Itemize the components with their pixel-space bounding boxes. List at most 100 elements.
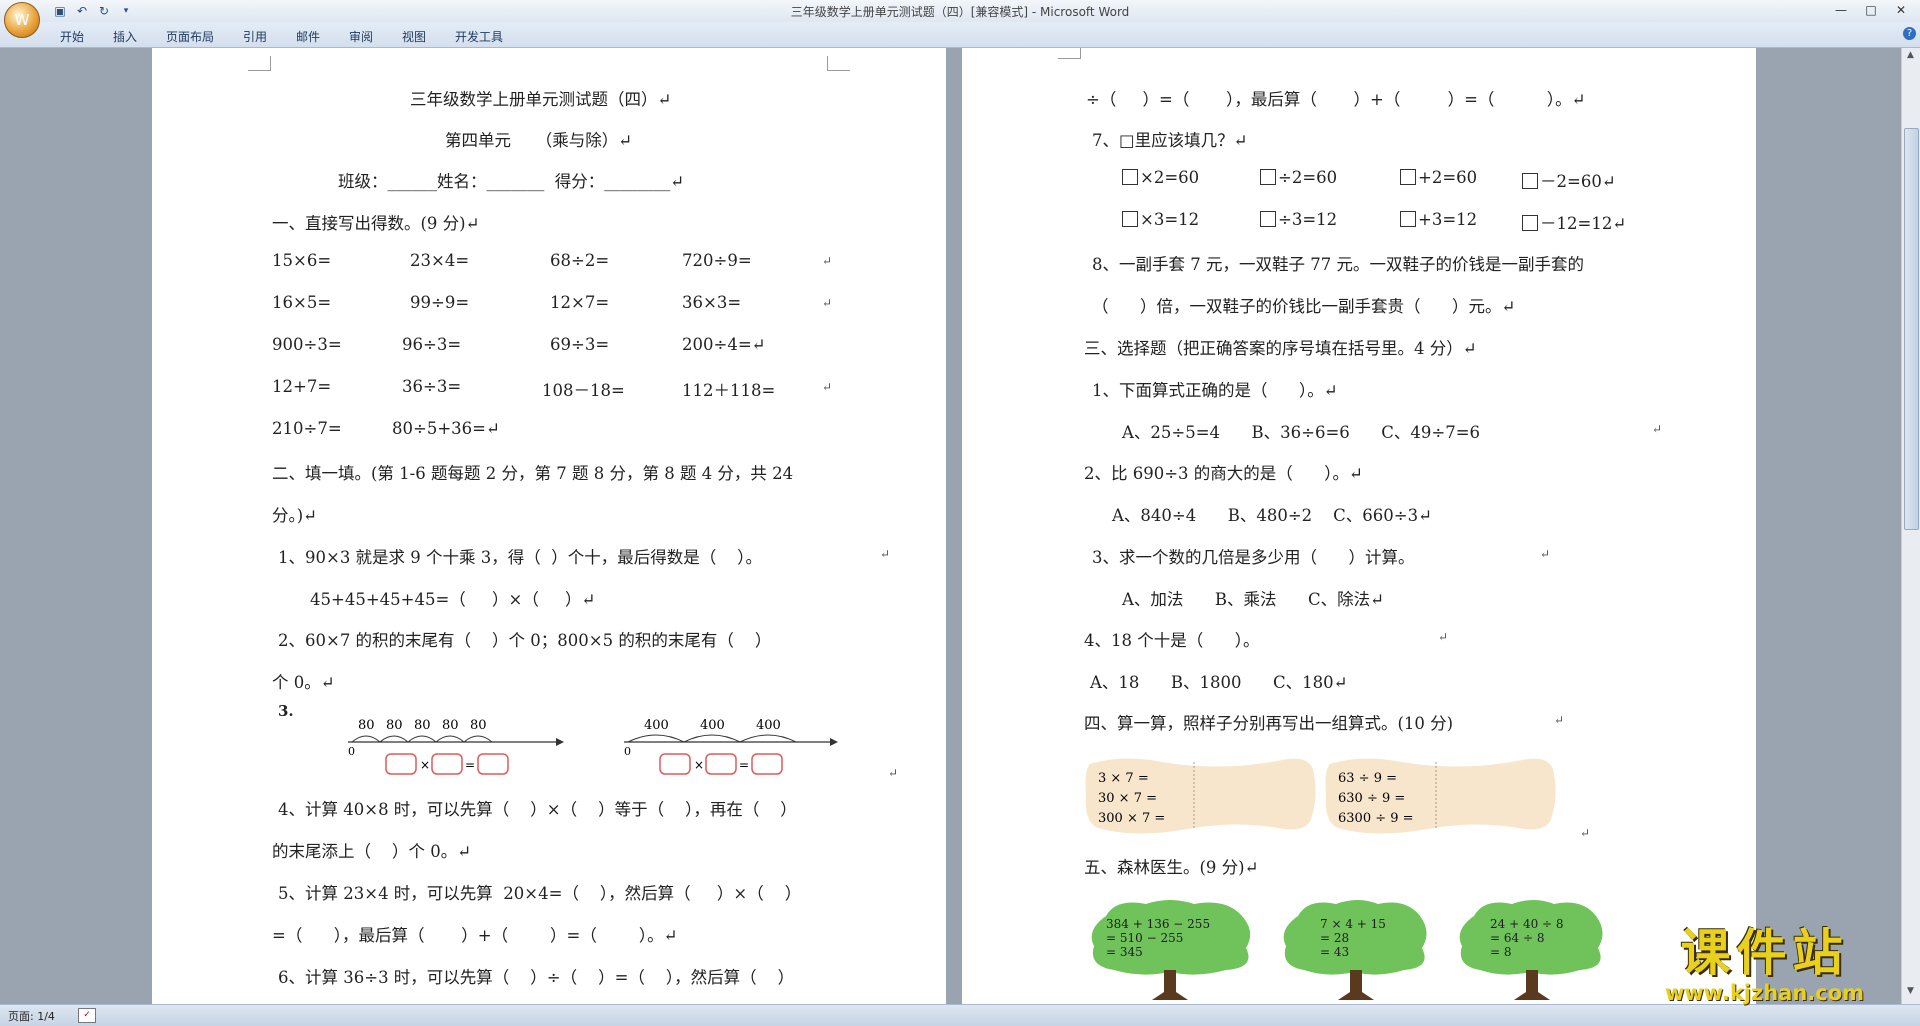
document-workspace[interactable]: 三年级数学上册单元测试题（四）↵ 第四单元 （乘与除）↵ 班级：______姓名… xyxy=(0,48,1902,1004)
number-line-value: 400 xyxy=(644,718,669,733)
q7-item: ×3=12 xyxy=(1122,210,1199,229)
paragraph-mark: ↵ xyxy=(822,254,833,268)
document-title: 三年级数学上册单元测试题（四）↵ xyxy=(410,90,672,109)
paragraph-mark: ↵ xyxy=(822,380,833,394)
calc-item: 69÷3= xyxy=(550,335,610,354)
margin-corner-mark xyxy=(1058,48,1081,59)
tab-page-layout[interactable]: 页面布局 xyxy=(166,28,214,45)
blank-box-icon xyxy=(1522,173,1538,189)
document-page-1[interactable]: 三年级数学上册单元测试题（四）↵ 第四单元 （乘与除）↵ 班级：______姓名… xyxy=(152,48,946,1004)
choice-3: 3、求一个数的几倍是多少用（ ）计算。 xyxy=(1092,548,1415,567)
question-8-line-1: 8、一副手套 7 元，一双鞋子 77 元。一双鞋子的价钱是一副手套的 xyxy=(1092,255,1584,274)
student-info-line: 班级：______姓名：_______ 得分：________↵ xyxy=(338,172,685,191)
maximize-button[interactable]: □ xyxy=(1858,1,1884,19)
tree-card-2: 7 × 4 + 15 = 28 = 43 xyxy=(1283,900,1427,1000)
section-5-heading: 五、森林医生。(9 分)↵ xyxy=(1084,858,1259,877)
window-title: 三年级数学上册单元测试题（四）[兼容模式] - Microsoft Word xyxy=(790,5,1130,19)
calc-item: 99÷9= xyxy=(410,293,470,312)
card-expression: 6300 ÷ 9 = xyxy=(1338,811,1414,826)
example-card-2: 63 ÷ 9 = 630 ÷ 9 = 6300 ÷ 9 = xyxy=(1325,758,1556,834)
q7-item: ÷3=12 xyxy=(1260,210,1337,229)
proofing-icon[interactable]: ✓ xyxy=(78,1008,96,1023)
number-line-figure-2: 0 400 400 400 × = xyxy=(624,718,838,775)
question-1-line-1: 1、90×3 就是求 9 个十乘 3，得（ ）个十，最后得数是（ ）。 xyxy=(278,548,763,567)
tab-review[interactable]: 审阅 xyxy=(349,28,373,45)
paragraph-mark: ↵ xyxy=(1652,422,1663,436)
calc-item: 80÷5+36=↵ xyxy=(392,419,500,438)
number-line-value: 80 xyxy=(386,718,403,733)
choice-3-options: A、加法 B、乘法 C、除法↵ xyxy=(1122,590,1384,609)
choice-2-options: A、840÷4 B、480÷2 C、660÷3↵ xyxy=(1112,506,1432,525)
tree-expression: = 64 ÷ 8 xyxy=(1490,931,1544,945)
page-count-status[interactable]: 页面: 1/4 xyxy=(8,1008,55,1024)
question-5-line-1: 5、计算 23×4 时，可以先算 20×4=（ ），然后算（ ）×（ ） xyxy=(278,884,802,903)
question-1-line-2: 45+45+45+45=（ ）×（ ）↵ xyxy=(310,590,596,609)
blank-box-icon xyxy=(1122,169,1138,185)
choice-4: 4、18 个十是（ ）。 xyxy=(1084,631,1260,650)
card-expression: 63 ÷ 9 = xyxy=(1338,771,1397,786)
blank-box-icon xyxy=(1122,211,1138,227)
office-button-icon[interactable]: W xyxy=(4,2,40,38)
calc-item: 112＋118= xyxy=(682,381,776,400)
calc-item: 720÷9= xyxy=(682,251,752,270)
q7-item: －2=60↵ xyxy=(1522,168,1616,192)
help-icon[interactable]: ? xyxy=(1903,27,1916,40)
minimize-button[interactable]: — xyxy=(1828,1,1854,19)
q7-item: ÷2=60 xyxy=(1260,168,1337,187)
calc-item: 210÷7= xyxy=(272,419,342,438)
scroll-thumb[interactable] xyxy=(1904,128,1919,530)
calc-item: 96÷3= xyxy=(402,335,462,354)
question-7: 7、□里应该填几？↵ xyxy=(1092,131,1248,150)
number-line-value: 80 xyxy=(442,718,459,733)
section-4-heading: 四、算一算，照样子分别再写出一组算式。(10 分) xyxy=(1084,714,1454,733)
section-1-heading: 一、直接写出得数。(9 分)↵ xyxy=(272,214,480,233)
number-line-value: 80 xyxy=(470,718,487,733)
paragraph-mark: ↵ xyxy=(1540,547,1551,561)
paragraph-mark: ↵ xyxy=(822,296,833,310)
question-5-line-2: =（ ），最后算（ ）+（ ）=（ ）。↵ xyxy=(272,926,678,945)
number-line-zero: 0 xyxy=(624,745,631,758)
document-page-2[interactable]: ÷（ ）=（ ），最后算（ ）+（ ）=（ ）。↵ 7、□里应该填几？↵ ×2=… xyxy=(962,48,1756,1004)
watermark-logo: 课件站 xyxy=(1680,924,1849,982)
question-4-line-1: 4、计算 40×8 时，可以先算（ ）×（ ）等于（ ），再在（ ） xyxy=(278,800,797,819)
paragraph-mark: ↵ xyxy=(1554,713,1565,727)
tab-insert[interactable]: 插入 xyxy=(113,28,137,45)
site-watermark: 课件站 www.kjzhan.com xyxy=(1665,925,1864,1005)
svg-text:×: × xyxy=(420,758,430,772)
number-line-figure-1: 0 80 80 80 80 80 × = xyxy=(348,718,564,775)
card-expression: 3 × 7 = xyxy=(1098,771,1149,786)
tree-expression: = 43 xyxy=(1320,945,1349,959)
choice-1-options: A、25÷5=4 B、36÷6=6 C、49÷7=6 xyxy=(1122,423,1481,442)
close-button[interactable]: ✕ xyxy=(1888,1,1914,19)
svg-text:×: × xyxy=(694,758,704,772)
calc-item: 23×4= xyxy=(410,251,470,270)
q7-item: +3=12 xyxy=(1400,210,1477,229)
blank-box-icon xyxy=(1522,215,1538,231)
tab-home[interactable]: 开始 xyxy=(60,28,84,45)
vertical-scrollbar[interactable]: ▲ ▼ xyxy=(1901,48,1920,1004)
card-expression: 630 ÷ 9 = xyxy=(1338,791,1405,806)
q7-item: －12=12↵ xyxy=(1522,210,1626,234)
svg-text:=: = xyxy=(465,758,475,772)
tree-expression: = 345 xyxy=(1106,945,1143,959)
calc-item: 68÷2= xyxy=(550,251,610,270)
tree-card-1: 384 + 136 − 255 = 510 − 255 = 345 xyxy=(1091,900,1251,1000)
question-8-line-2: （ ）倍，一双鞋子的价钱比一副手套贵（ ）元。↵ xyxy=(1092,297,1516,316)
tab-references[interactable]: 引用 xyxy=(243,28,267,45)
example-card-1: 3 × 7 = 30 × 7 = 300 × 7 = xyxy=(1085,758,1316,834)
tab-view[interactable]: 视图 xyxy=(402,28,426,45)
scroll-up-icon[interactable]: ▲ xyxy=(1904,50,1917,64)
tree-expression: 7 × 4 + 15 xyxy=(1320,917,1386,931)
tab-developer[interactable]: 开发工具 xyxy=(455,28,503,45)
section-2-heading: 二、填一填。(第 1-6 题每题 2 分，第 7 题 8 分，第 8 题 4 分… xyxy=(272,464,794,483)
tab-mailings[interactable]: 邮件 xyxy=(296,28,320,45)
question-4-line-2: 的末尾添上（ ）个 0。↵ xyxy=(272,842,472,861)
scroll-down-icon[interactable]: ▼ xyxy=(1904,986,1917,1000)
q7-item: ×2=60 xyxy=(1122,168,1199,187)
window-controls: — □ ✕ xyxy=(1828,1,1914,19)
question-6-line-1: 6、计算 36÷3 时，可以先算（ ）÷（ ）=（ ），然后算（ ） xyxy=(278,968,795,987)
tree-expression: = 28 xyxy=(1320,931,1349,945)
blank-box-icon xyxy=(1260,169,1276,185)
question-2-line-1: 2、60×7 的积的末尾有（ ）个 0；800×5 的积的末尾有（ ） xyxy=(278,631,772,650)
status-bar: 页面: 1/4 ✓ xyxy=(0,1004,1920,1026)
